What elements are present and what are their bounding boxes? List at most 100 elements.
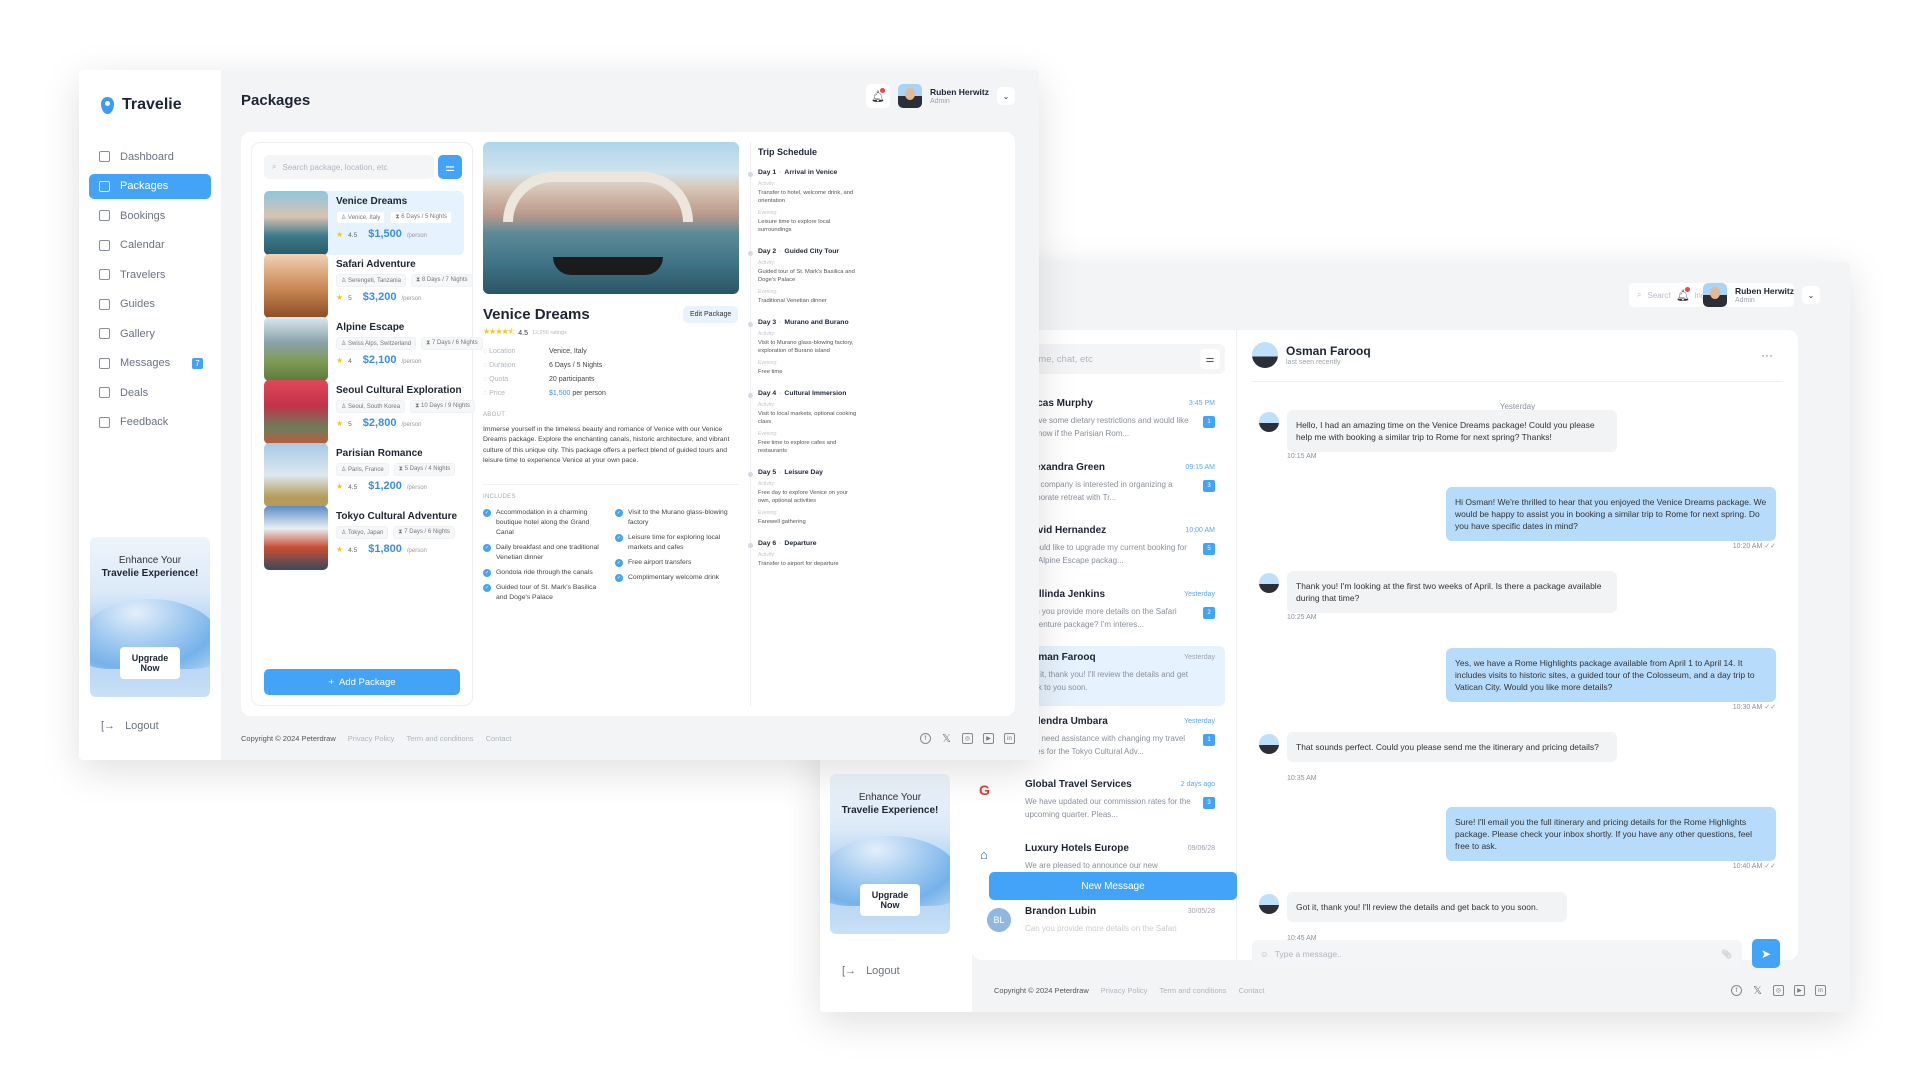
logout-button[interactable]: [→ Logout [842,965,900,977]
unread-badge: 1 [1203,733,1215,746]
package-list-item[interactable]: Venice Dreams ♙ Venice, Italy ⧗ 6 Days / 5… [264,191,464,255]
filter-icon[interactable]: ⚌ [1200,349,1220,369]
more-options-icon[interactable]: ··· [1761,348,1773,362]
star-icon: ★ [336,482,344,491]
x-icon[interactable]: 𝕏 [1752,985,1763,997]
facebook-icon[interactable]: f [920,733,931,744]
chat-list-item[interactable]: BL Brandon Lubin 30/05/28 Can you provide m… [987,900,1225,960]
rating-value: 4.5 [518,329,528,337]
edit-package-button[interactable]: Edit Package [683,306,739,323]
chat-time: 10:00 AM [1185,527,1215,534]
sidebar-item-calendar[interactable]: Calendar [89,233,211,258]
person-icon: ♙ [341,278,349,284]
info-row-location: ◌ Location Venice, Italy [483,344,606,358]
add-package-button[interactable]: + Add Package [264,669,460,695]
contact-link[interactable]: Contact [1239,986,1265,995]
sidebar-item-deals[interactable]: Deals [89,380,211,405]
user-info: Ruben Herwitz Admin [1735,286,1794,304]
chat-list-item[interactable]: G Global Travel Services 2 days ago We have… [975,773,1225,833]
person-icon: ♙ [341,215,349,221]
linkedin-icon[interactable]: in [1815,985,1826,996]
sidebar-item-gallery[interactable]: Gallery [89,321,211,346]
notification-bell-button[interactable]: 🔔︎ [865,84,890,108]
package-list-item[interactable]: Parisian Romance ♙ Paris, France ⧗ 5 Days … [264,443,464,507]
sender-avatar [1259,894,1279,914]
include-item: ✓ Accommodation in a charming boutique ho… [483,508,607,538]
package-rating: 4.5 [348,232,358,239]
package-list-item[interactable]: Alpine Escape ♙ Swiss Alps, Switzerland ⧗ … [264,317,483,381]
instagram-icon[interactable]: ◎ [1773,985,1784,996]
search-icon: ⌕ [272,162,277,171]
message-time: 10:25 AM [1287,614,1317,621]
hotel-logo-icon: ⌂ [980,846,988,862]
x-icon[interactable]: 𝕏 [941,733,952,745]
notification-bell-button[interactable]: 🔔︎ [1670,283,1695,307]
user-name: Ruben Herwitz [1734,286,1794,296]
package-list-item[interactable]: Seoul Cultural Exploration ♙ Seoul, South… [264,380,476,444]
package-search-input[interactable]: ⌕ Search package, location, etc [264,155,434,179]
check-circle-icon: ✓ [483,509,491,517]
upgrade-now-button[interactable]: Upgrade Now [120,647,180,679]
attachment-icon[interactable]: 📎︎ [1721,949,1732,960]
facebook-icon[interactable]: f [1731,985,1742,996]
app-logo[interactable]: Travelie [79,70,221,114]
linkedin-icon[interactable]: in [1004,733,1015,744]
package-list-item[interactable]: Tokyo Cultural Adventure ♙ Tokyo, Japan ⧗ … [264,506,464,570]
global-travel-logo-icon: G [979,782,990,798]
schedule-day: Day 2- Guided City Tour Activity: Guided to… [748,248,860,305]
conversation-panel: Osman Farooq last seen recently ··· Yest… [1237,330,1798,968]
terms-link[interactable]: Term and conditions [406,734,473,743]
location-text: Paris, France [348,467,384,473]
message-input[interactable]: ☺ Type a message.. 📎︎ [1252,940,1742,968]
new-message-button[interactable]: New Message [989,872,1237,900]
includes-label: INCLUDES [483,494,516,500]
privacy-policy-link[interactable]: Privacy Policy [348,734,395,743]
sidebar-item-dashboard[interactable]: Dashboard [89,144,211,169]
activity-label: Activity: [758,402,776,408]
youtube-icon[interactable]: ▶ [1794,985,1805,996]
instagram-icon[interactable]: ◎ [962,733,973,744]
social-links: f 𝕏 ◎ ▶ in [1731,985,1826,997]
main-area: Packages 🔔︎ Ruben Herwitz Admin ⌄ ⌕ Sear… [221,70,1039,760]
sidebar-item-feedback[interactable]: Feedback [89,410,211,435]
privacy-policy-link[interactable]: Privacy Policy [1101,986,1148,995]
star-icon: ★ [336,230,344,239]
price-unit: /person [406,233,427,239]
user-avatar[interactable] [897,84,922,108]
unread-badge: 2 [1203,606,1215,619]
unread-badge: 1 [1203,416,1215,428]
user-menu-chevron-down-icon[interactable]: ⌄ [1802,286,1820,304]
filter-button[interactable]: ⚌ [438,155,462,179]
contact-avatar[interactable] [1252,342,1278,368]
sidebar-item-packages[interactable]: Packages [89,173,211,199]
terms-link[interactable]: Term and conditions [1159,986,1226,995]
sidebar-item-travelers[interactable]: Travelers [89,262,211,287]
logout-button[interactable]: [→ Logout [101,720,159,732]
user-menu-chevron-down-icon[interactable]: ⌄ [997,87,1015,105]
promo-line1: Enhance Your [858,792,922,803]
send-button[interactable]: ➤ [1752,939,1780,968]
package-location: ♙ Venice, Italy [336,211,386,224]
sidebar-item-messages[interactable]: Messages 7 [89,351,211,376]
user-avatar[interactable] [1702,283,1727,307]
package-duration: ⧗ 6 Days / 5 Nights [390,211,452,224]
logout-icon: [→ [842,965,857,977]
info-row-quota: ◌ Quota 20 participants [483,372,606,386]
contact-link[interactable]: Contact [486,734,512,743]
copyright: Copyright © 2024 Peterdraw [241,734,336,743]
upgrade-now-button[interactable]: Upgrade Now [860,884,920,916]
time-text: 10:35 AM [1287,775,1317,782]
activity-label: Activity: [758,331,776,337]
notification-dot [1684,287,1690,292]
sidebar-item-guides[interactable]: Guides [89,292,211,317]
youtube-icon[interactable]: ▶ [983,733,994,744]
location-text: Serengeti, Tanzania [348,278,401,284]
emoji-icon[interactable]: ☺ [1260,949,1269,959]
grid-icon [99,151,110,162]
sidebar-item-bookings[interactable]: Bookings [89,203,211,228]
evening-text: Free time [758,369,783,375]
outgoing-message: Yes, we have a Rome Highlights package a… [1446,648,1776,702]
location-pin-icon [101,96,114,114]
package-list-item[interactable]: Safari Adventure ♙ Serengeti, Tanzania ⧗ 8… [264,254,473,318]
info-key: Location [489,347,516,355]
